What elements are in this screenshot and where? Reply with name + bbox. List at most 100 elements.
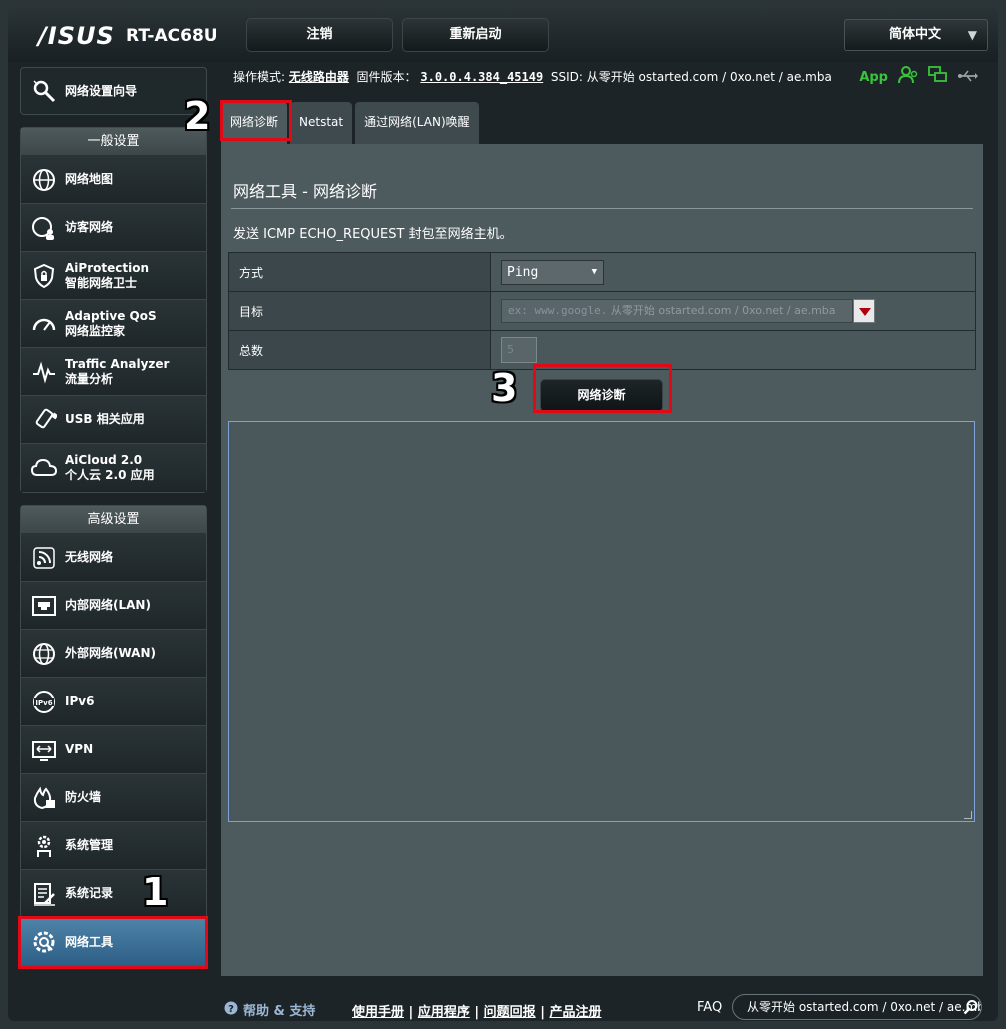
sidebar-item-vpn[interactable]: VPN — [21, 726, 206, 774]
firewall-icon — [29, 783, 59, 813]
sidebar-item-sublabel: 网络监控家 — [65, 323, 126, 338]
count-label: 总数 — [228, 330, 491, 370]
globe-icon — [29, 639, 59, 669]
reboot-button[interactable]: 重新启动 — [402, 18, 549, 52]
guest-network-icon — [29, 213, 59, 243]
usb-stick-icon — [29, 405, 59, 435]
highlight-box-button — [533, 364, 672, 413]
faq-search-input[interactable]: 从零开始 ostarted.com / 0xo.net / ae.mba — [732, 994, 982, 1020]
asus-logo: /ISUS — [38, 22, 115, 50]
model-name: RT-AC68U — [126, 26, 218, 46]
highlight-box-menu — [18, 916, 208, 969]
manual-link[interactable]: 使用手册 — [352, 1005, 404, 1020]
method-value: Ping — [507, 264, 539, 280]
sidebar-item-traffic-analyzer[interactable]: Traffic Analyzer 流量分析 — [21, 348, 206, 396]
sidebar-item-adaptive-qos[interactable]: Adaptive QoS 网络监控家 — [21, 300, 206, 348]
clients-icon[interactable] — [898, 66, 918, 88]
general-settings-box: 一般设置 网络地图 访客网络 AiProtection 智能网络卫士 Adapti… — [20, 127, 207, 493]
sidebar-item-ipv6[interactable]: IPv6 IPv6 — [21, 678, 206, 726]
page-description: 发送 ICMP ECHO_REQUEST 封包至网络主机。 — [233, 227, 513, 242]
sidebar-item-network-map[interactable]: 网络地图 — [21, 156, 206, 204]
help-label: 帮助 & 支持 — [243, 1004, 316, 1019]
help-support-link[interactable]: ? 帮助 & 支持 — [224, 1000, 315, 1019]
sidebar-item-wizard[interactable]: 网络设置向导 — [21, 68, 206, 114]
advanced-settings-box: 高级设置 无线网络 内部网络(LAN) 外部网络(WAN) IPv6 IPv6 … — [20, 505, 207, 967]
sidebar-item-wan[interactable]: 外部网络(WAN) — [21, 630, 206, 678]
language-select[interactable]: 简体中文 ▼ — [844, 19, 988, 51]
sidebar-item-label: Traffic Analyzer — [65, 356, 170, 371]
search-icon[interactable] — [963, 999, 979, 1019]
target-dropdown-button[interactable] — [853, 299, 875, 323]
sidebar-item-label: USB 相关应用 — [65, 412, 145, 426]
sidebar-item-lan[interactable]: 内部网络(LAN) — [21, 582, 206, 630]
vpn-icon — [29, 735, 59, 765]
network-status-icon[interactable] — [928, 66, 948, 88]
sidebar-item-label: 网络设置向导 — [65, 83, 138, 98]
sidebar-item-usb-apps[interactable]: USB 相关应用 — [21, 396, 206, 444]
usb-icon[interactable] — [958, 68, 978, 87]
sidebar-item-label: 访客网络 — [65, 220, 114, 234]
product-registration-link[interactable]: 产品注册 — [549, 1005, 601, 1020]
step-number-3: 3 — [491, 366, 518, 410]
wifi-icon — [29, 543, 59, 573]
app-link[interactable]: App — [859, 70, 888, 85]
sidebar-item-aiprotection[interactable]: AiProtection 智能网络卫士 — [21, 252, 206, 300]
tab-netstat[interactable]: Netstat — [290, 102, 353, 144]
sidebar-item-label: IPv6 — [65, 694, 95, 708]
wizard-icon — [29, 76, 59, 106]
sidebar-item-label: 系统管理 — [65, 838, 114, 852]
sidebar-item-administration[interactable]: 系统管理 — [21, 822, 206, 870]
pulse-icon — [29, 357, 59, 387]
section-title-general: 一般设置 — [21, 128, 206, 156]
sidebar-item-guest-network[interactable]: 访客网络 — [21, 204, 206, 252]
resize-handle-icon[interactable] — [964, 811, 972, 819]
shield-lock-icon — [29, 261, 59, 291]
step-number-2: 2 — [184, 94, 211, 138]
svg-text:IPv6: IPv6 — [35, 699, 52, 707]
sidebar-item-wireless[interactable]: 无线网络 — [21, 534, 206, 582]
svg-text:?: ? — [228, 1004, 234, 1015]
utility-link[interactable]: 应用程序 — [418, 1005, 470, 1020]
sidebar-item-system-log[interactable]: 系统记录 — [21, 870, 206, 918]
sidebar-item-label: 无线网络 — [65, 550, 114, 564]
mode-label: 操作模式: — [233, 70, 286, 84]
tab-wake-on-lan[interactable]: 通过网络(LAN)唤醒 — [355, 102, 479, 144]
language-value: 简体中文 — [889, 27, 942, 42]
form-row-method: 方式 Ping ▼ — [228, 252, 976, 292]
chevron-down-icon: ▼ — [591, 266, 597, 277]
speedometer-icon — [29, 309, 59, 339]
sidebar-item-aicloud[interactable]: AiCloud 2.0 个人云 2.0 应用 — [21, 444, 206, 492]
globe-icon — [29, 165, 59, 195]
sidebar-item-label: 外部网络(WAN) — [65, 646, 156, 660]
logout-button[interactable]: 注销 — [246, 18, 393, 52]
sidebar-item-label: VPN — [65, 742, 94, 756]
top-bar: /ISUS RT-AC68U 注销 重新启动 简体中文 ▼ — [8, 8, 998, 62]
target-input[interactable]: ex: www.google. 从零开始 ostarted.com / 0xo.… — [501, 299, 853, 323]
method-select[interactable]: Ping ▼ — [501, 259, 604, 285]
page-title: 网络工具 - 网络诊断 — [233, 182, 377, 201]
method-label: 方式 — [228, 252, 491, 292]
sidebar-item-label: 网络地图 — [65, 172, 114, 186]
result-textarea[interactable] — [228, 421, 975, 822]
status-info-line: 操作模式: 无线路由器 固件版本： 3.0.0.4.384_45149 SSID… — [233, 68, 832, 85]
target-placeholder-example: ex: www.google. — [508, 304, 608, 317]
feedback-link[interactable]: 问题回报 — [484, 1005, 536, 1020]
sidebar-item-label: AiProtection — [65, 260, 149, 275]
operation-mode-link[interactable]: 无线路由器 — [289, 70, 349, 84]
network-tools-panel: 网络工具 - 网络诊断 发送 ICMP ECHO_REQUEST 封包至网络主机… — [221, 144, 983, 976]
diagnosis-form: 方式 Ping ▼ 目标 ex: www.google. 从零开始 ostart… — [228, 252, 976, 370]
firmware-version-link[interactable]: 3.0.0.4.384_45149 — [420, 70, 543, 84]
quick-setup-box: 网络设置向导 — [20, 67, 207, 115]
router-admin-window: /ISUS RT-AC68U 注销 重新启动 简体中文 ▼ 网络设置向导 一般设… — [8, 8, 998, 1021]
count-input[interactable]: 5 — [501, 337, 537, 363]
status-icons: App — [859, 66, 978, 88]
ipv6-globe-icon: IPv6 — [29, 687, 59, 717]
chevron-down-icon: ▼ — [967, 28, 977, 42]
sidebar-item-firewall[interactable]: 防火墙 — [21, 774, 206, 822]
sidebar-item-label: 系统记录 — [65, 886, 114, 900]
highlight-box-tab — [220, 100, 292, 141]
target-label: 目标 — [228, 291, 491, 331]
gear-person-icon — [29, 831, 59, 861]
sidebar-item-label: Adaptive QoS — [65, 308, 157, 323]
footer-links: 使用手册 | 应用程序 | 问题回报 | 产品注册 — [352, 1005, 602, 1020]
